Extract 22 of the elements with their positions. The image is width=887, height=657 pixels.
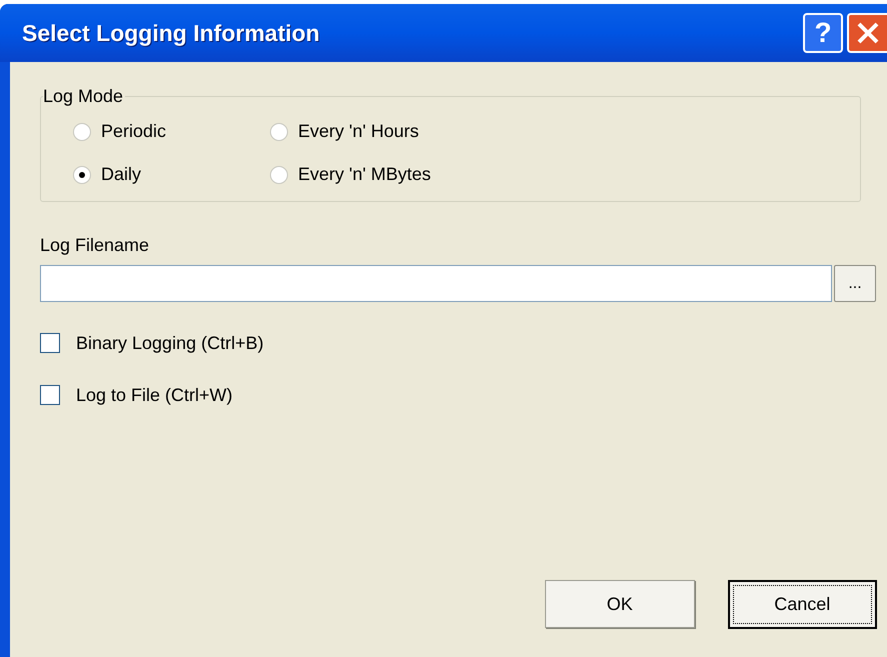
radio-label: Every 'n' Hours [298, 120, 419, 143]
field-label: Log Filename [40, 234, 150, 257]
checkbox[interactable] [40, 385, 60, 405]
radio-label: Daily [101, 163, 142, 186]
checkbox-label: Binary Logging (Ctrl+B) [76, 332, 264, 355]
radio-button[interactable] [73, 122, 91, 140]
checkbox-label: Log to File (Ctrl+W) [76, 384, 233, 407]
window-title: Select Logging Information [22, 18, 320, 48]
close-button[interactable] [847, 13, 887, 53]
radio-button[interactable] [270, 166, 288, 184]
checkbox[interactable] [40, 333, 60, 353]
radio-button[interactable] [270, 122, 288, 140]
radio-button[interactable] [73, 166, 91, 184]
group-label: Log Mode [43, 85, 124, 108]
dialog-button[interactable]: OK [545, 580, 694, 628]
radio-label: Every 'n' MBytes [298, 163, 431, 186]
radio-label: Periodic [101, 120, 166, 143]
dialog-button[interactable]: Cancel [728, 580, 877, 629]
help-button[interactable]: ? [803, 13, 843, 53]
filename-field[interactable] [40, 265, 832, 302]
browse-button[interactable]: ... [834, 265, 876, 302]
close-icon [856, 21, 880, 45]
